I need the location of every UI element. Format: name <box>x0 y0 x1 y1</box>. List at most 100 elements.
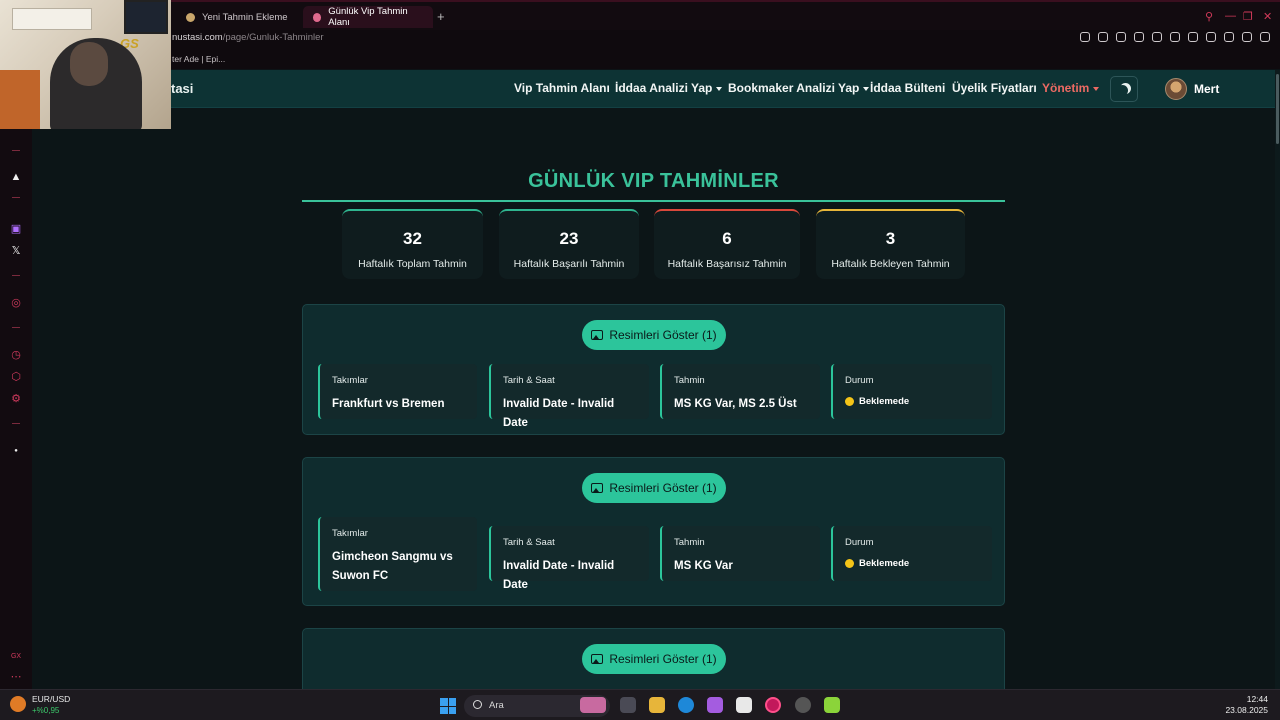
prediction-card: Resimleri Göster (1) <box>302 628 1005 689</box>
page-scrollbar[interactable] <box>1275 70 1280 690</box>
webcam-overlay: GS <box>0 0 171 129</box>
settings-gear-icon[interactable]: ⚙ <box>10 393 22 405</box>
new-tab-plus-icon[interactable]: + <box>437 9 445 24</box>
status-badge: Beklemede <box>845 396 980 407</box>
aria-icon[interactable]: ▲ <box>10 171 22 183</box>
sidebar-divider <box>12 275 20 276</box>
status-cell: Durum Beklemede <box>831 526 992 581</box>
profile-icon[interactable] <box>1224 32 1234 42</box>
x-twitter-icon[interactable]: 𝕏 <box>10 245 22 257</box>
sidebar-divider <box>12 197 20 198</box>
twitch-icon[interactable]: ▣ <box>10 223 22 235</box>
avatar[interactable] <box>1165 78 1187 100</box>
datetime-cell: Tarih & Saat Invalid Date - Invalid Date <box>489 526 649 591</box>
status-cell: Durum Beklemede <box>831 364 992 419</box>
stat-successful: 23 Haftalık Başarılı Tahmin <box>499 209 639 279</box>
sidebar-divider <box>12 150 20 151</box>
play-icon[interactable] <box>1170 32 1180 42</box>
windows-start-icon[interactable] <box>440 698 456 714</box>
app-play-icon[interactable] <box>824 697 840 713</box>
address-bar: nustasi.com/page/Gunluk-Tahminler <box>0 30 1280 50</box>
tab-favicon-icon <box>313 12 322 22</box>
flamingo-widget-icon[interactable] <box>580 697 606 713</box>
stat-value: 6 <box>722 229 732 248</box>
pin-icon[interactable] <box>1098 32 1108 42</box>
stat-label: Haftalık Başarısız Tahmin <box>667 258 787 270</box>
theme-toggle-button[interactable] <box>1110 76 1138 102</box>
system-clock[interactable]: 12:44 23.08.2025 <box>1225 694 1268 716</box>
image-icon <box>591 483 604 493</box>
more-dot-icon[interactable]: ● <box>10 445 22 457</box>
tab-yeni-tahmin[interactable]: Yeni Tahmin Ekleme <box>176 6 298 28</box>
ticker-flag-icon <box>10 696 26 712</box>
site-brand[interactable]: tasi <box>171 81 193 96</box>
github-icon[interactable] <box>795 697 811 713</box>
snapshot-icon[interactable] <box>1116 32 1126 42</box>
prediction-cell: Tahmin MS KG Var, MS 2.5 Üst <box>660 364 820 419</box>
scrollbar-thumb[interactable] <box>1276 74 1279 144</box>
status-badge: Beklemede <box>845 558 980 569</box>
copilot-icon[interactable] <box>707 697 723 713</box>
stat-value: 32 <box>403 229 422 248</box>
store-icon[interactable] <box>736 697 752 713</box>
maximize-icon[interactable]: ❐ <box>1243 10 1253 23</box>
bookmark-item[interactable]: ter Ade | Epi... <box>172 54 225 64</box>
tab-gunluk-vip[interactable]: Günlük Vip Tahmin Alanı <box>303 6 433 28</box>
stat-label: Haftalık Toplam Tahmin <box>358 258 467 270</box>
pending-dot-icon <box>845 559 854 568</box>
site-navbar: tasi Vip Tahmin Alanı İddaa Analizi Yap … <box>171 70 1275 108</box>
search-tabs-icon[interactable]: ⚲ <box>1205 10 1213 23</box>
camera-icon[interactable] <box>1152 32 1162 42</box>
sidebar-divider <box>12 327 20 328</box>
nav-iddaa-analizi[interactable]: İddaa Analizi Yap <box>615 81 723 95</box>
edge-browser-icon[interactable] <box>678 697 694 713</box>
show-images-button[interactable]: Resimleri Göster (1) <box>582 320 726 350</box>
os-taskbar: EUR/USD +%0,95 Ara 12:44 23.08.2025 <box>0 689 1280 720</box>
nav-iddaa-bulteni[interactable]: İddaa Bülteni <box>870 81 945 95</box>
opera-gx-icon[interactable] <box>765 697 781 713</box>
gx-logo-icon[interactable]: GX <box>10 651 22 663</box>
player-icon[interactable]: ◎ <box>10 297 22 309</box>
show-images-button[interactable]: Resimleri Göster (1) <box>582 473 726 503</box>
cam-chair <box>0 70 40 129</box>
tab-favicon-icon <box>186 12 195 22</box>
extensions-icon[interactable] <box>1206 32 1216 42</box>
cam-person-head <box>70 42 108 86</box>
close-icon[interactable]: ✕ <box>1263 10 1272 23</box>
heart-icon[interactable] <box>1188 32 1198 42</box>
download-icon[interactable] <box>1242 32 1252 42</box>
image-icon <box>591 654 604 664</box>
shield-icon[interactable] <box>1134 32 1144 42</box>
zoom-icon[interactable] <box>1080 32 1090 42</box>
cam-background-board <box>12 8 92 30</box>
chevron-down-icon <box>716 86 723 91</box>
browser-sidebar: ▲ ▣ 𝕏 ◎ ◷ ⬡ ⚙ ● GX ⋯ <box>0 69 32 689</box>
chevron-down-icon <box>1093 86 1100 91</box>
prediction-card: Resimleri Göster (1) Takımlar Frankfurt … <box>302 304 1005 435</box>
chevron-down-icon <box>863 86 870 91</box>
image-icon <box>591 330 604 340</box>
moon-icon <box>1117 85 1128 96</box>
nav-bookmaker-analizi[interactable]: Bookmaker Analizi Yap <box>728 81 870 95</box>
file-explorer-icon[interactable] <box>649 697 665 713</box>
nav-yonetim[interactable]: Yönetim <box>1042 81 1100 95</box>
stat-value: 3 <box>885 229 896 248</box>
sidebar-divider <box>12 423 20 424</box>
stat-label: Haftalık Bekleyen Tahmin <box>831 258 950 270</box>
sidebar-more-icon[interactable]: ⋯ <box>10 671 22 683</box>
page-title: GÜNLÜK VIP TAHMİNLER <box>528 170 779 192</box>
search-icon <box>473 700 482 709</box>
show-images-button[interactable]: Resimleri Göster (1) <box>582 644 726 674</box>
url-field[interactable]: nustasi.com/page/Gunluk-Tahminler <box>172 32 324 43</box>
nav-uyelik-fiyatlari[interactable]: Üyelik Fiyatları <box>952 81 1037 95</box>
history-icon[interactable]: ◷ <box>10 349 22 361</box>
task-view-icon[interactable] <box>620 697 636 713</box>
menu-icon[interactable] <box>1260 32 1270 42</box>
minimize-icon[interactable]: — <box>1225 10 1236 22</box>
nav-vip-tahmin[interactable]: Vip Tahmin Alanı <box>514 81 610 95</box>
user-menu[interactable]: Mert <box>1194 82 1219 96</box>
bookmarks-bar: ter Ade | Epi... <box>0 50 1280 69</box>
extensions-sidebar-icon[interactable]: ⬡ <box>10 371 22 383</box>
teams-cell: Takımlar Gimcheon Sangmu vs Suwon FC <box>318 517 477 591</box>
pending-dot-icon <box>845 397 854 406</box>
